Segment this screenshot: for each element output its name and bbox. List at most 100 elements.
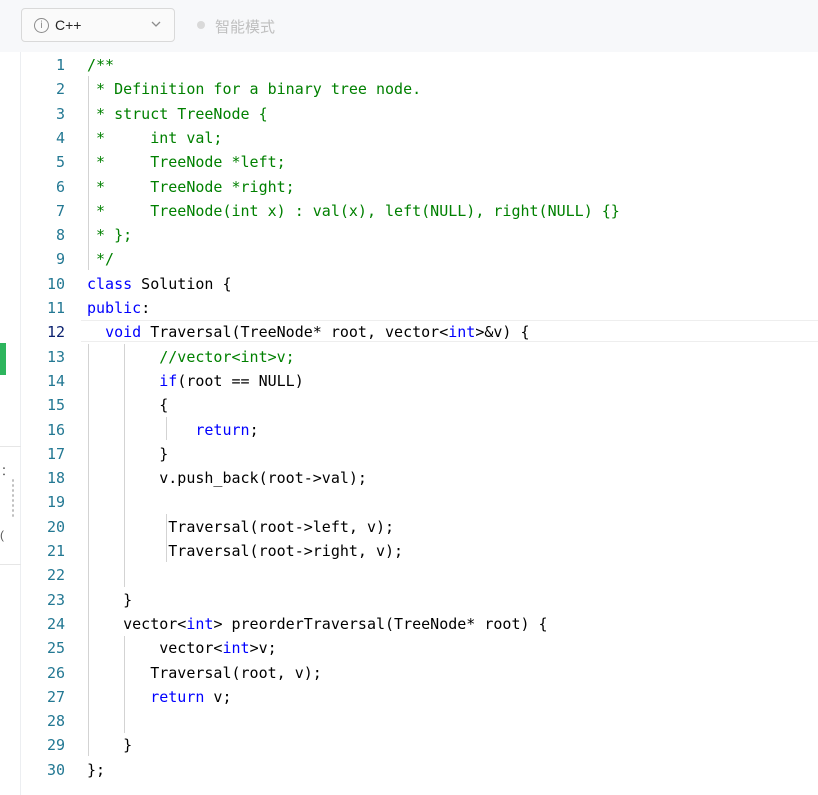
drag-handle[interactable]: [11, 478, 15, 518]
code-keyword: if: [159, 371, 178, 390]
code-line[interactable]: 3 * struct TreeNode {: [21, 101, 818, 125]
code-text: }: [87, 591, 132, 609]
code-keyword: int: [448, 323, 476, 342]
code-text: * Definition for a binary tree node.: [87, 80, 421, 98]
code-text: * TreeNode *left;: [87, 153, 286, 171]
code-line[interactable]: 1 /**: [21, 52, 818, 76]
code-token: v;: [204, 687, 232, 706]
code-line[interactable]: 18 v.push_back(root->val);: [21, 465, 818, 489]
code-line[interactable]: 27 return v;: [21, 684, 818, 708]
code-text: return v;: [87, 687, 232, 706]
code-text: Traversal(root, v);: [87, 664, 322, 682]
code-text: * int val;: [87, 129, 222, 147]
code-text: class Solution {: [87, 275, 232, 293]
line-number: 1: [55, 56, 65, 74]
line-number: 14: [46, 371, 65, 390]
code-token: Traversal(TreeNode* root, vector<: [141, 323, 449, 342]
language-label: C++: [55, 17, 82, 33]
code-comment: //vector<int>v;: [159, 347, 295, 366]
code-line[interactable]: 7 * TreeNode(int x) : val(x), left(NULL)…: [21, 198, 818, 222]
code-line[interactable]: 21 Traversal(root->right, v);: [21, 538, 818, 562]
line-number: 10: [46, 274, 65, 293]
line-number: 3: [55, 104, 65, 123]
line-number: 22: [46, 566, 65, 585]
line-number: 9: [55, 250, 65, 269]
code-line[interactable]: 6 * TreeNode *right;: [21, 174, 818, 198]
code-keyword: public: [87, 299, 142, 317]
code-line[interactable]: 11 public:: [21, 295, 818, 319]
line-number: 27: [46, 687, 65, 706]
code-comment: * TreeNode *right;: [87, 177, 295, 196]
code-text: * TreeNode *right;: [87, 178, 295, 196]
code-text: }: [87, 736, 132, 754]
code-token: v.push_back(root->val);: [87, 469, 367, 488]
code-token: Solution {: [132, 274, 232, 293]
code-text: Traversal(root->right, v);: [87, 542, 403, 560]
code-text: Traversal(root->left, v);: [87, 518, 394, 536]
code-line[interactable]: 28: [21, 708, 818, 732]
code-line[interactable]: 16 return;: [21, 417, 818, 441]
code-text: * TreeNode(int x) : val(x), left(NULL), …: [87, 202, 620, 220]
code-editor[interactable]: 1 /** 2 * Definition for a binary tree nod…: [21, 52, 818, 795]
code-keyword: int: [186, 614, 214, 633]
code-line[interactable]: 22: [21, 562, 818, 586]
line-number: 2: [55, 80, 65, 99]
code-line[interactable]: 9 */: [21, 246, 818, 270]
line-number: 15: [46, 396, 65, 415]
left-panel-strip: ： (: [0, 0, 21, 795]
code-line[interactable]: 17 }: [21, 441, 818, 465]
code-token: vector<: [87, 614, 187, 633]
code-token: }: [87, 736, 133, 755]
line-number: 13: [46, 347, 65, 366]
code-text: * struct TreeNode {: [87, 105, 268, 123]
line-number: 19: [46, 493, 65, 512]
code-line[interactable]: 8 * };: [21, 222, 818, 246]
code-line[interactable]: 26 Traversal(root, v);: [21, 660, 818, 684]
code-line[interactable]: 2 * Definition for a binary tree node.: [21, 76, 818, 100]
code-text: * };: [87, 226, 132, 244]
code-token: > preorderTraversal(TreeNode* root) {: [213, 614, 548, 633]
code-comment: * TreeNode *left;: [87, 153, 286, 172]
code-token: >&v) {: [475, 323, 530, 342]
code-text: void Traversal(TreeNode* root, vector<in…: [87, 323, 530, 342]
line-number: 26: [46, 663, 65, 682]
code-line[interactable]: 23 }: [21, 587, 818, 611]
editor-toolbar: i C++ 智能模式: [0, 0, 818, 52]
smart-mode-toggle[interactable]: 智能模式: [215, 16, 275, 37]
code-line[interactable]: 29 }: [21, 732, 818, 756]
code-line[interactable]: 15 {: [21, 392, 818, 416]
code-line[interactable]: 20 Traversal(root->left, v);: [21, 514, 818, 538]
mode-status-dot: [197, 21, 205, 29]
line-number: 25: [46, 639, 65, 658]
line-number: 17: [46, 444, 65, 463]
language-select[interactable]: i C++: [21, 8, 175, 42]
code-line[interactable]: 12 void Traversal(TreeNode* root, vector…: [21, 319, 818, 343]
code-line[interactable]: 19: [21, 489, 818, 513]
code-line[interactable]: 4 * int val;: [21, 125, 818, 149]
code-token: >v;: [249, 639, 277, 658]
code-text: {: [87, 396, 168, 414]
code-line[interactable]: 14 if(root == NULL): [21, 368, 818, 392]
code-text: public:: [87, 299, 150, 317]
line-number: 24: [46, 614, 65, 633]
code-keyword: return: [195, 420, 250, 439]
code-line[interactable]: 5 * TreeNode *left;: [21, 149, 818, 173]
code-text: //vector<int>v;: [87, 347, 295, 366]
code-token: }: [87, 444, 169, 463]
line-number: 18: [46, 469, 65, 488]
code-line[interactable]: 10 class Solution {: [21, 271, 818, 295]
code-line[interactable]: 24 vector<int> preorderTraversal(TreeNod…: [21, 611, 818, 635]
code-text: vector<int> preorderTraversal(TreeNode* …: [87, 614, 548, 633]
code-text: return;: [87, 420, 258, 439]
code-line[interactable]: 30};: [21, 757, 818, 781]
code-line[interactable]: 13 //vector<int>v;: [21, 344, 818, 368]
line-number: 20: [46, 517, 65, 536]
code-text: if(root == NULL): [87, 372, 304, 390]
code-token: :: [141, 299, 151, 317]
line-number: 8: [55, 226, 65, 245]
code-line[interactable]: 25 vector<int>v;: [21, 635, 818, 659]
